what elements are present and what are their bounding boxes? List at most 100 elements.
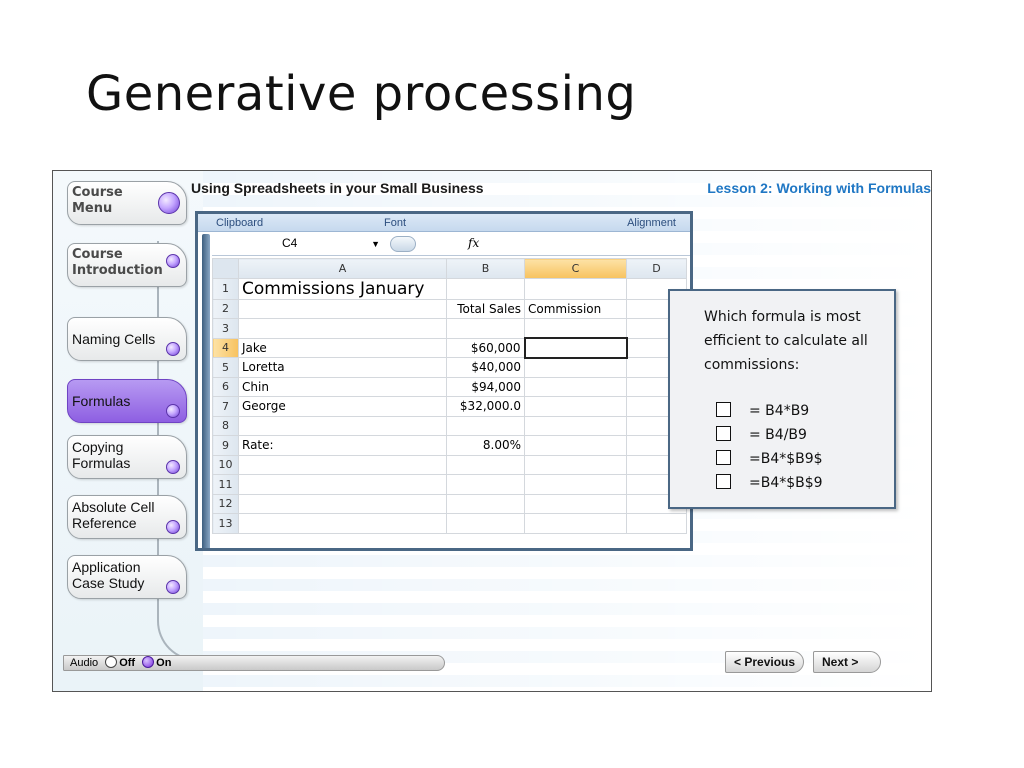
orb-icon [166, 520, 180, 534]
row-header[interactable]: 13 [212, 513, 239, 534]
orb-icon [166, 580, 180, 594]
ribbon-alignment[interactable]: Alignment [627, 217, 676, 229]
next-button[interactable]: Next > [813, 651, 882, 673]
answer-option[interactable]: = B4*B9 [716, 399, 809, 423]
column-header[interactable]: A [238, 258, 447, 279]
row-header[interactable]: 4 [212, 337, 239, 358]
row-header[interactable]: 8 [212, 415, 239, 436]
cell[interactable] [446, 277, 525, 300]
cell[interactable] [524, 513, 627, 534]
audio-on-radio[interactable] [142, 656, 155, 668]
answer-option-label: = B4/B9 [749, 427, 807, 443]
row-header[interactable]: 6 [212, 376, 239, 397]
answer-option-label: =B4*$B9$ [749, 451, 823, 467]
nav-course-menu[interactable]: Course Menu [67, 181, 187, 225]
audio-off-radio[interactable] [105, 656, 118, 668]
cell[interactable]: Rate: [238, 435, 447, 456]
cell[interactable]: Commissions January [238, 277, 447, 300]
cell[interactable] [446, 493, 525, 514]
cell[interactable] [238, 415, 447, 436]
cell[interactable] [524, 318, 627, 339]
ribbon-font[interactable]: Font [384, 217, 406, 229]
answer-option[interactable]: = B4/B9 [716, 423, 807, 447]
active-cell[interactable] [523, 337, 628, 359]
dropdown-arrow-icon[interactable]: ▼ [371, 239, 380, 249]
cell[interactable] [446, 318, 525, 339]
cell[interactable] [446, 415, 525, 436]
nav-formulas-label: Formulas [72, 393, 131, 409]
answer-option-label: =B4*$B$9 [749, 475, 823, 491]
cell[interactable] [446, 454, 525, 475]
checkbox[interactable] [716, 402, 731, 417]
nav-naming-cells[interactable]: Naming Cells [67, 317, 187, 361]
cell[interactable] [238, 298, 447, 319]
cell[interactable]: $40,000 [446, 357, 525, 378]
cell[interactable]: Jake [238, 337, 447, 358]
row-header[interactable]: 10 [212, 454, 239, 475]
name-box-value: C4 [282, 236, 298, 250]
table-row: 3 [212, 318, 687, 339]
nav-application-case-study[interactable]: Application Case Study [67, 555, 187, 599]
cancel-formula-button[interactable] [390, 236, 416, 252]
cell[interactable] [524, 415, 627, 436]
fx-icon[interactable]: fx [468, 236, 479, 250]
spreadsheet-grid: A B C D 1 Commissions January 2 Total Sale… [212, 258, 687, 534]
cell[interactable] [238, 318, 447, 339]
cell[interactable]: $60,000 [446, 337, 525, 358]
row-header[interactable]: 12 [212, 493, 239, 514]
ribbon-clipboard[interactable]: Clipboard [216, 217, 263, 229]
cell[interactable] [238, 513, 447, 534]
nav-copying-formulas[interactable]: Copying Formulas [67, 435, 187, 479]
answer-option[interactable]: =B4*$B9$ [716, 447, 823, 471]
previous-button[interactable]: < Previous [725, 651, 805, 673]
table-row: 11 [212, 474, 687, 495]
cell[interactable] [238, 454, 447, 475]
cell[interactable] [238, 493, 447, 514]
cell[interactable] [524, 357, 627, 378]
audio-on-label: On [156, 657, 172, 669]
nav-course-introduction[interactable]: Course Introduction [67, 243, 187, 287]
column-header[interactable]: B [446, 258, 525, 279]
checkbox[interactable] [716, 450, 731, 465]
audio-off-label: Off [119, 657, 136, 669]
select-all-corner[interactable] [212, 258, 239, 279]
cell[interactable]: Loretta [238, 357, 447, 378]
cell[interactable] [524, 435, 627, 456]
cell[interactable]: Commission [524, 298, 627, 319]
cell[interactable] [626, 513, 687, 534]
slide-title: Generative processing [86, 66, 637, 122]
cell[interactable] [524, 277, 627, 300]
row-header[interactable]: 7 [212, 396, 239, 417]
row-header[interactable]: 9 [212, 435, 239, 456]
answer-option[interactable]: =B4*$B$9 [716, 471, 823, 495]
cell[interactable]: Chin [238, 376, 447, 397]
spreadsheet-panel: Clipboard Font Alignment C4 ▼ fx A B C D [195, 211, 693, 551]
name-box[interactable]: C4 ▼ [222, 236, 384, 254]
cell[interactable] [524, 493, 627, 514]
cell[interactable] [524, 376, 627, 397]
checkbox[interactable] [716, 474, 731, 489]
row-header[interactable]: 11 [212, 474, 239, 495]
column-header[interactable]: D [626, 258, 687, 279]
cell[interactable] [446, 474, 525, 495]
checkbox[interactable] [716, 426, 731, 441]
row-header[interactable]: 5 [212, 357, 239, 378]
cell[interactable] [524, 474, 627, 495]
cell[interactable] [524, 454, 627, 475]
row-header[interactable]: 1 [212, 277, 239, 300]
cell[interactable] [238, 474, 447, 495]
cell[interactable]: $32,000.0 [446, 396, 525, 417]
row-header[interactable]: 2 [212, 298, 239, 319]
cell[interactable]: 8.00% [446, 435, 525, 456]
cell[interactable] [446, 513, 525, 534]
cell[interactable]: Total Sales [446, 298, 525, 319]
nav-formulas[interactable]: Formulas [67, 379, 187, 423]
orb-icon [166, 404, 180, 418]
cell[interactable]: George [238, 396, 447, 417]
cell[interactable] [524, 396, 627, 417]
column-header[interactable]: C [524, 258, 627, 279]
cell[interactable]: $94,000 [446, 376, 525, 397]
nav-absolute-cell-reference[interactable]: Absolute Cell Reference [67, 495, 187, 539]
formula-bar: C4 ▼ fx [212, 234, 690, 256]
row-header[interactable]: 3 [212, 318, 239, 339]
